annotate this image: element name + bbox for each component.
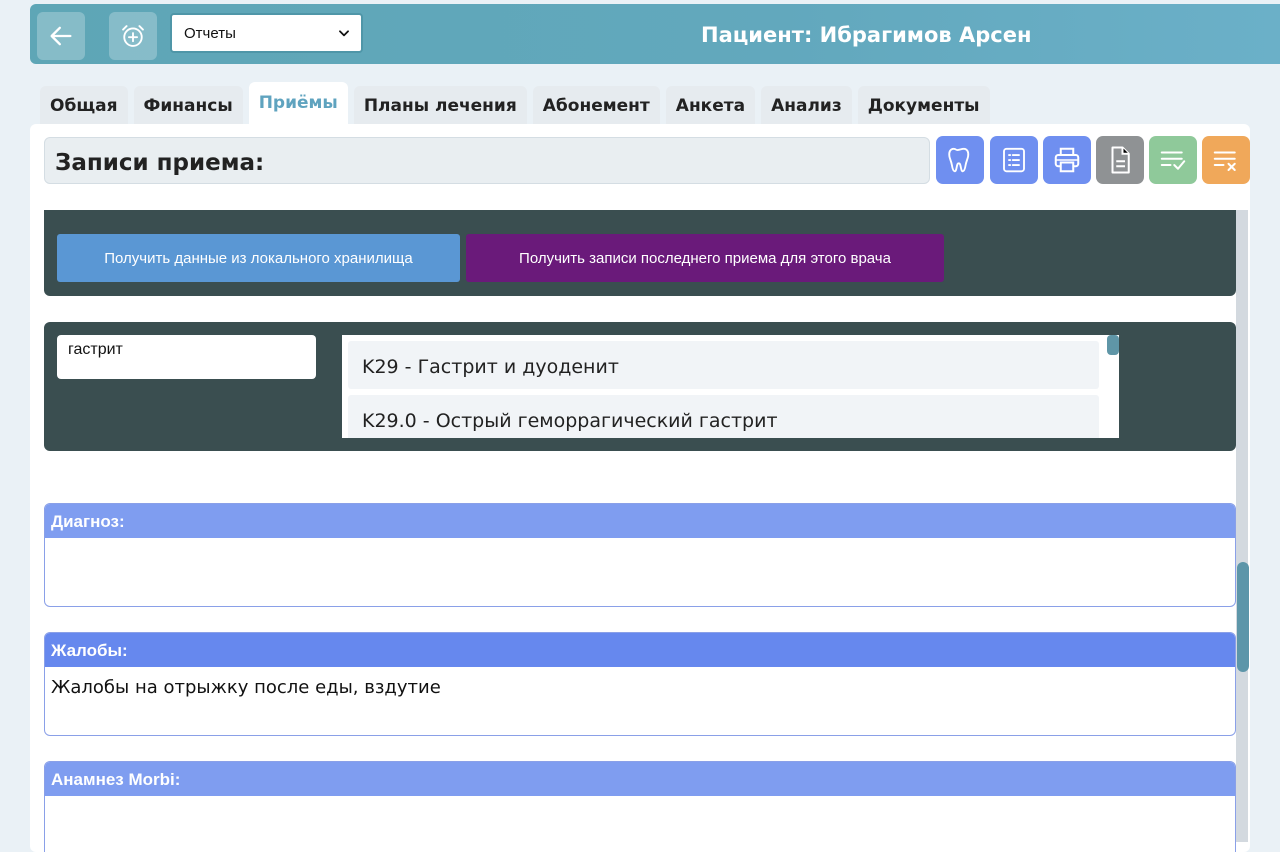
section-title: Диагноз: [45, 504, 1235, 538]
diagnosis-section: Диагноз: [44, 503, 1236, 607]
records-title: Записи приема: [44, 137, 930, 184]
reports-select[interactable]: Отчеты [170, 13, 363, 53]
clear-list-icon [1213, 151, 1236, 171]
page-scrollbar-thumb[interactable] [1237, 562, 1249, 672]
list-icon [1003, 147, 1025, 173]
tab-bar: Общая Финансы Приёмы Планы лечения Абоне… [40, 82, 990, 126]
alarm-button[interactable] [109, 12, 157, 60]
tooth-button[interactable] [936, 136, 984, 184]
tab-treatment-plans[interactable]: Планы лечения [353, 86, 527, 124]
patient-title: Пациент: Ибрагимов Арсен [701, 23, 1032, 47]
chevron-down-icon [339, 30, 349, 37]
diagnosis-search-input[interactable] [57, 335, 316, 379]
tab-analyses[interactable]: Анализ [761, 86, 852, 124]
diagnosis-field[interactable] [45, 538, 1235, 558]
tooth-icon [948, 147, 970, 173]
diagnosis-suggestions[interactable]: K29 - Гастрит и дуоденит K29.0 - Острый … [342, 335, 1119, 438]
top-header-bar: Отчеты Пациент: Ибрагимов Арсен [30, 4, 1280, 64]
tab-questionnaire[interactable]: Анкета [665, 86, 756, 124]
list-button[interactable] [990, 136, 1038, 184]
document-icon [1111, 146, 1130, 174]
tab-general[interactable]: Общая [40, 86, 128, 124]
suggestions-scrollbar[interactable] [1107, 335, 1119, 355]
tab-subscription[interactable]: Абонемент [532, 86, 660, 124]
anamnesis-morbi-section: Анамнез Morbi: [44, 761, 1236, 852]
visits-panel: Записи приема: Получить данные из локаль… [30, 124, 1250, 852]
tab-documents[interactable]: Документы [857, 86, 990, 124]
suggestion-item[interactable]: K29.0 - Острый геморрагический гастрит [348, 395, 1099, 438]
section-title: Анамнез Morbi: [45, 762, 1235, 796]
print-button[interactable] [1043, 136, 1091, 184]
suggestion-item[interactable]: K29 - Гастрит и дуоденит [348, 341, 1099, 389]
complaints-section: Жалобы: Жалобы на отрыжку после еды, взд… [44, 632, 1236, 736]
complaints-field[interactable]: Жалобы на отрыжку после еды, вздутие [45, 667, 1235, 708]
checklist-button[interactable] [1149, 136, 1197, 184]
diagnosis-search-box: K29 - Гастрит и дуоденит K29.0 - Острый … [44, 322, 1236, 451]
load-data-box: Получить данные из локального хранилища … [44, 210, 1236, 296]
section-title: Жалобы: [45, 633, 1235, 667]
alarm-clock-icon [122, 25, 144, 47]
tab-visits[interactable]: Приёмы [248, 82, 348, 124]
load-local-storage-button[interactable]: Получить данные из локального хранилища [57, 234, 460, 282]
checklist-icon [1160, 151, 1186, 170]
page-scrollbar-track[interactable] [1236, 210, 1248, 842]
anamnesis-morbi-field[interactable] [45, 796, 1235, 816]
tab-finances[interactable]: Финансы [133, 86, 243, 124]
arrow-left-icon [50, 26, 72, 46]
load-last-visit-button[interactable]: Получить записи последнего приема для эт… [466, 234, 944, 282]
printer-icon [1054, 147, 1080, 173]
back-button[interactable] [37, 12, 85, 60]
records-scroll-area[interactable]: Получить данные из локального хранилища … [44, 210, 1236, 852]
document-button[interactable] [1096, 136, 1144, 184]
clear-list-button[interactable] [1202, 136, 1250, 184]
reports-select-value: Отчеты [184, 24, 236, 42]
